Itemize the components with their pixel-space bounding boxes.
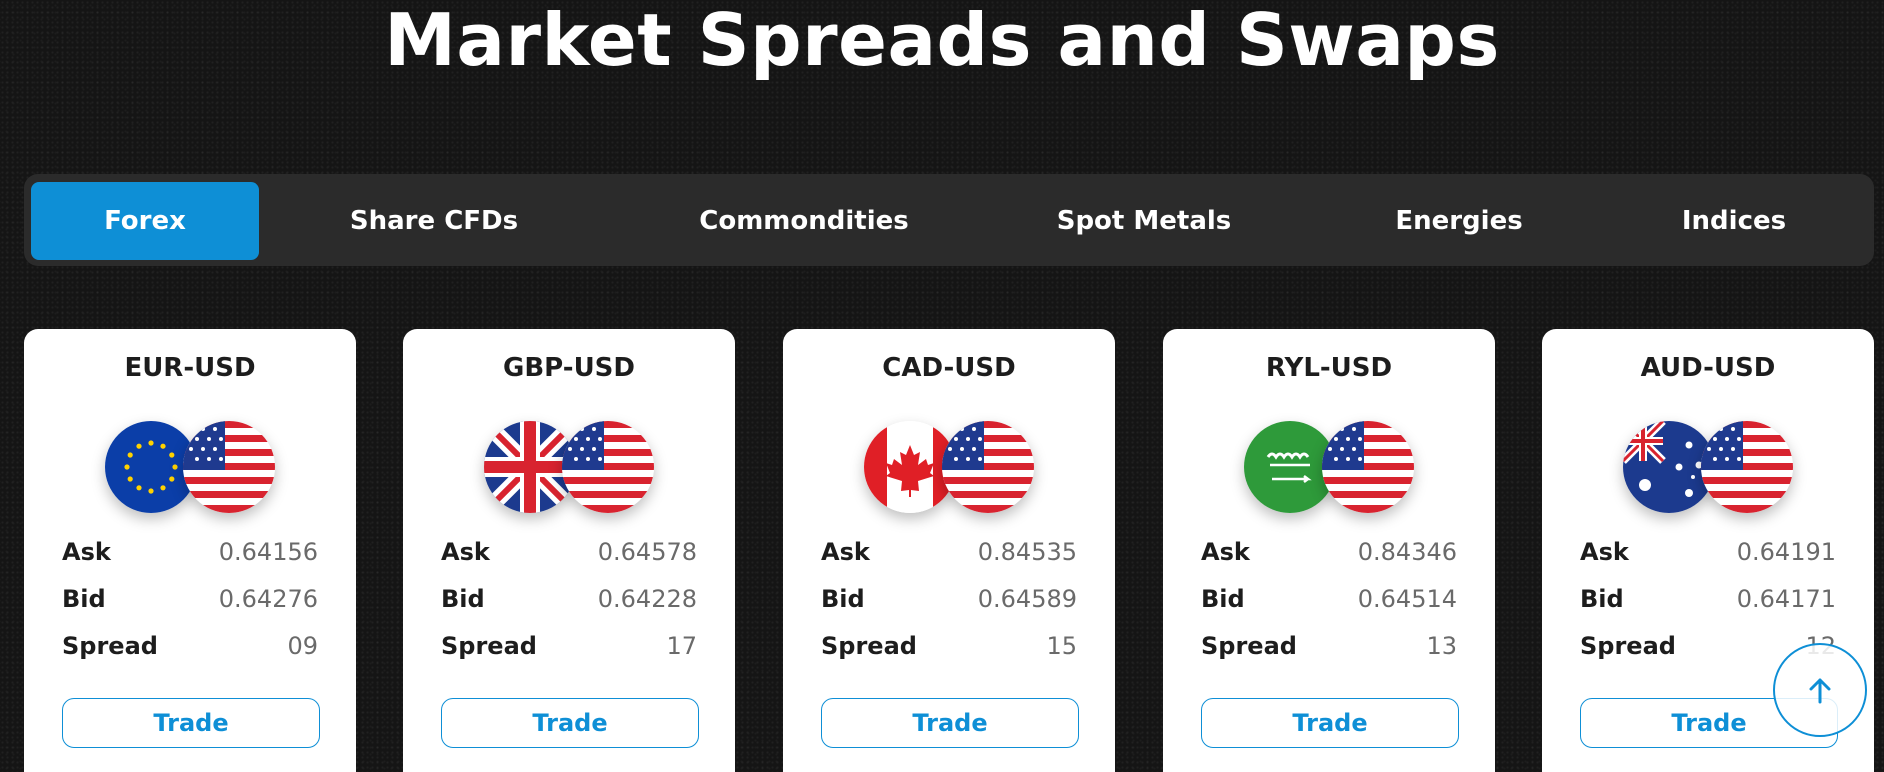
ask-label: Ask — [1201, 538, 1250, 566]
ask-row: Ask 0.84346 — [1201, 536, 1457, 568]
bid-label: Bid — [62, 585, 106, 613]
bid-label: Bid — [441, 585, 485, 613]
spread-value: 13 — [1426, 632, 1457, 660]
arrow-up-icon — [1809, 678, 1831, 704]
tab-commodities[interactable]: Commondities — [679, 182, 929, 260]
scroll-to-top-button[interactable] — [1773, 643, 1867, 737]
bid-label: Bid — [1201, 585, 1245, 613]
instrument-card-gbp-usd: GBP-USD Ask 0.64578 Bid 0.64228 Spread 1… — [403, 329, 735, 772]
bid-value: 0.64276 — [218, 585, 318, 613]
bid-label: Bid — [1580, 585, 1624, 613]
spread-row: Spread 17 — [441, 630, 697, 662]
tab-energies[interactable]: Energies — [1359, 182, 1559, 260]
us-flag-icon — [1701, 421, 1793, 513]
tab-indices[interactable]: Indices — [1644, 182, 1824, 260]
bid-label: Bid — [821, 585, 865, 613]
currency-flags — [105, 421, 277, 513]
tab-share-cfds[interactable]: Share CFDs — [334, 182, 534, 260]
us-flag-icon — [183, 421, 275, 513]
ask-value: 0.64156 — [218, 538, 318, 566]
trade-button[interactable]: Trade — [441, 698, 699, 748]
ask-value: 0.64191 — [1736, 538, 1836, 566]
spread-label: Spread — [821, 632, 917, 660]
tab-forex[interactable]: Forex — [31, 182, 259, 260]
ask-label: Ask — [62, 538, 111, 566]
ask-row: Ask 0.64191 — [1580, 536, 1836, 568]
ask-label: Ask — [1580, 538, 1629, 566]
instrument-card-cad-usd: CAD-USD Ask 0.84535 Bid 0.64589 Spread 1… — [783, 329, 1115, 772]
currency-flags — [1244, 421, 1416, 513]
currency-flags — [484, 421, 656, 513]
spread-row: Spread 13 — [1201, 630, 1457, 662]
spread-row: Spread 09 — [62, 630, 318, 662]
trade-button[interactable]: Trade — [1201, 698, 1459, 748]
ask-row: Ask 0.64578 — [441, 536, 697, 568]
bid-row: Bid 0.64276 — [62, 583, 318, 615]
bid-value: 0.64228 — [597, 585, 697, 613]
trade-button[interactable]: Trade — [62, 698, 320, 748]
spread-label: Spread — [1201, 632, 1297, 660]
bid-row: Bid 0.64514 — [1201, 583, 1457, 615]
instrument-card-eur-usd: EUR-USD Ask 0.64156 Bid 0.64276 Spread 0… — [24, 329, 356, 772]
us-flag-icon — [562, 421, 654, 513]
bid-value: 0.64171 — [1736, 585, 1836, 613]
spread-value: 15 — [1046, 632, 1077, 660]
bid-value: 0.64514 — [1357, 585, 1457, 613]
spread-label: Spread — [441, 632, 537, 660]
pair-name: AUD-USD — [1640, 353, 1776, 383]
us-flag-icon — [1322, 421, 1414, 513]
pair-name: CAD-USD — [882, 353, 1016, 383]
tab-spot-metals[interactable]: Spot Metals — [1034, 182, 1254, 260]
bid-value: 0.64589 — [977, 585, 1077, 613]
instrument-card-ryl-usd: RYL-USD Ask 0.84346 Bid 0.64514 Spread 1… — [1163, 329, 1495, 772]
trade-button[interactable]: Trade — [821, 698, 1079, 748]
ask-value: 0.84535 — [977, 538, 1077, 566]
bid-row: Bid 0.64589 — [821, 583, 1077, 615]
pair-name: EUR-USD — [124, 353, 256, 383]
market-tab-bar: Forex Share CFDs Commondities Spot Metal… — [24, 174, 1874, 266]
pair-name: GBP-USD — [503, 353, 635, 383]
currency-flags — [1623, 421, 1795, 513]
page-title: Market Spreads and Swaps — [384, 0, 1500, 82]
bid-row: Bid 0.64228 — [441, 583, 697, 615]
ask-value: 0.84346 — [1357, 538, 1457, 566]
bid-row: Bid 0.64171 — [1580, 583, 1836, 615]
spread-row: Spread 15 — [821, 630, 1077, 662]
ask-label: Ask — [441, 538, 490, 566]
ask-label: Ask — [821, 538, 870, 566]
ask-value: 0.64578 — [597, 538, 697, 566]
spread-label: Spread — [62, 632, 158, 660]
ask-row: Ask 0.84535 — [821, 536, 1077, 568]
us-flag-icon — [942, 421, 1034, 513]
pair-name: RYL-USD — [1265, 353, 1393, 383]
spread-value: 09 — [287, 632, 318, 660]
currency-flags — [864, 421, 1036, 513]
spread-label: Spread — [1580, 632, 1676, 660]
spread-value: 17 — [666, 632, 697, 660]
ask-row: Ask 0.64156 — [62, 536, 318, 568]
